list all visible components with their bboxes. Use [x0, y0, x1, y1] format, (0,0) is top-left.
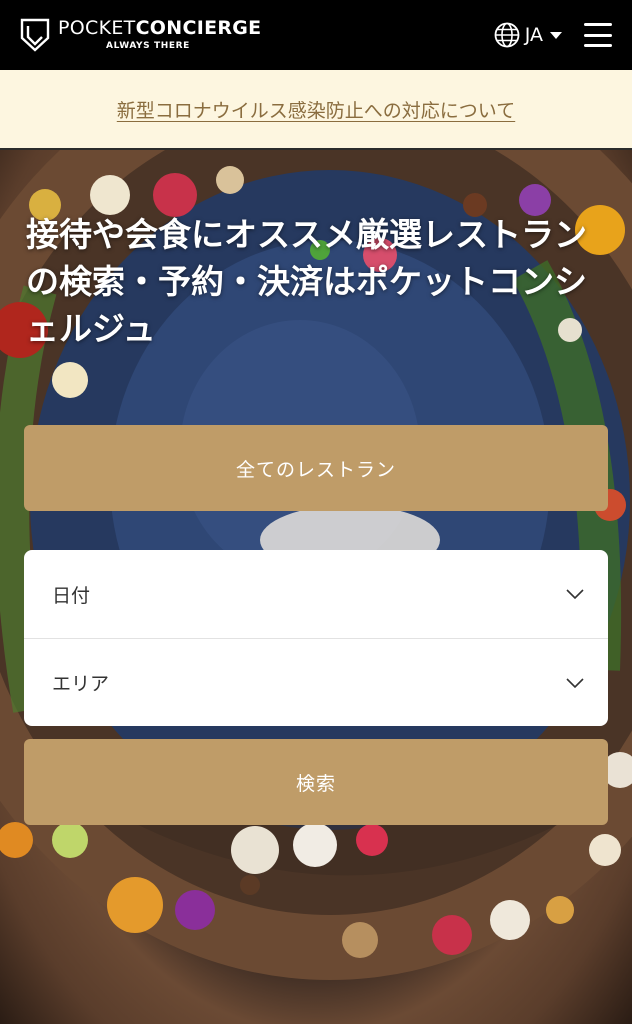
hero-section: 接待や会食にオススメ厳選レストランの検索・予約・決済はポケットコンシェルジュ 全… — [0, 150, 632, 1024]
globe-icon — [494, 22, 520, 48]
language-selector[interactable]: JA — [494, 22, 562, 48]
site-logo[interactable]: POCKETCONCIERGE ALWAYS THERE — [20, 18, 261, 52]
site-header: POCKETCONCIERGE ALWAYS THERE JA — [0, 0, 632, 70]
caret-down-icon — [550, 31, 562, 39]
date-select[interactable]: 日付 — [24, 550, 608, 638]
shield-logo-icon — [20, 18, 50, 52]
page: POCKETCONCIERGE ALWAYS THERE JA 新型コロナウイル… — [0, 0, 632, 1024]
logo-title-bold: CONCIERGE — [135, 17, 262, 39]
hamburger-menu-icon[interactable] — [584, 23, 612, 47]
logo-title: POCKETCONCIERGE — [58, 19, 261, 38]
chevron-down-icon — [566, 589, 584, 599]
menu-bar — [584, 23, 612, 26]
date-label: 日付 — [52, 584, 91, 607]
search-button[interactable]: 検索 — [24, 739, 608, 825]
logo-tagline: ALWAYS THERE — [106, 41, 190, 51]
logo-wordmark: POCKETCONCIERGE ALWAYS THERE — [58, 19, 261, 51]
search-filter-panel: 日付 エリア — [24, 550, 608, 726]
header-actions: JA — [494, 22, 612, 48]
all-restaurants-button[interactable]: 全てのレストラン — [24, 425, 608, 511]
covid-notice-link[interactable]: 新型コロナウイルス感染防止への対応について — [117, 96, 515, 123]
chevron-down-icon — [566, 677, 584, 688]
area-select[interactable]: エリア — [24, 638, 608, 726]
covid-notice-banner: 新型コロナウイルス感染防止への対応について — [0, 70, 632, 150]
logo-title-light: POCKET — [58, 17, 136, 39]
menu-bar — [584, 33, 612, 37]
menu-bar — [584, 44, 612, 47]
hero-headline: 接待や会食にオススメ厳選レストランの検索・予約・決済はポケットコンシェルジュ — [26, 215, 587, 348]
language-label: JA — [524, 24, 543, 46]
area-label: エリア — [52, 673, 110, 695]
